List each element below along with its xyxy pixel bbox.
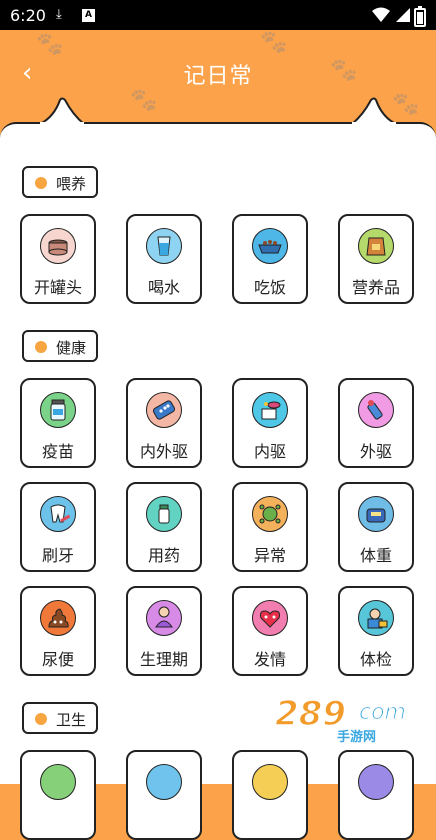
tile-label: 尿便 bbox=[41, 650, 74, 669]
tile-external-deworm[interactable]: 外驱 bbox=[338, 378, 414, 468]
a-notification-icon: A bbox=[82, 9, 95, 22]
paw-pattern-icon: 🐾 bbox=[392, 92, 420, 117]
tile-weight[interactable]: 体重 bbox=[338, 482, 414, 572]
period-icon bbox=[146, 600, 182, 636]
tile-label: 开罐头 bbox=[33, 278, 82, 297]
tile-label: 吃饭 bbox=[253, 278, 286, 297]
watermark-sub: 手游网 bbox=[337, 730, 377, 745]
section-label-text: 卫生 bbox=[56, 711, 87, 729]
tile-label: 内驱 bbox=[253, 442, 286, 461]
tile-hygiene-4[interactable] bbox=[338, 750, 414, 840]
canned-food-icon bbox=[40, 228, 76, 264]
tile-supplement[interactable]: 营养品 bbox=[338, 214, 414, 304]
hygiene-green-icon bbox=[40, 764, 76, 800]
tile-label: 体重 bbox=[359, 546, 392, 565]
tile-period[interactable]: 生理期 bbox=[126, 586, 202, 676]
tile-label: 刷牙 bbox=[41, 546, 74, 565]
section-dot bbox=[35, 177, 47, 189]
battery-icon bbox=[414, 6, 426, 27]
tile-hygiene-3[interactable] bbox=[232, 750, 308, 840]
section-label-text: 健康 bbox=[56, 339, 87, 357]
tile-label: 外驱 bbox=[359, 442, 392, 461]
page-title: 记日常 bbox=[183, 64, 253, 89]
hygiene-blue-icon bbox=[146, 764, 182, 800]
tile-deworm-both[interactable]: 内外驱 bbox=[126, 378, 202, 468]
tile-label: 体检 bbox=[359, 650, 392, 669]
heat-heart-icon bbox=[252, 600, 288, 636]
medicine-icon bbox=[146, 496, 182, 532]
vaccine-bottle-icon bbox=[40, 392, 76, 428]
tile-abnormal[interactable]: 异常 bbox=[232, 482, 308, 572]
section-label-health: 健康 bbox=[22, 330, 98, 362]
water-glass-icon bbox=[146, 228, 182, 264]
toothbrush-icon bbox=[40, 496, 76, 532]
status-bar: 6:20 ⤓ A bbox=[0, 0, 436, 30]
paw-pattern-icon: 🐾 bbox=[260, 30, 288, 55]
tile-label: 异常 bbox=[253, 546, 286, 565]
download-icon: ⤓ bbox=[56, 7, 62, 22]
tile-canned-food[interactable]: 开罐头 bbox=[20, 214, 96, 304]
section-dot bbox=[35, 713, 47, 725]
tile-eat[interactable]: 吃饭 bbox=[232, 214, 308, 304]
hygiene-purple-icon bbox=[358, 764, 394, 800]
content-card: 喂养 开罐头 喝水 吃饭 营养品 健康 疫苗 内外驱 内驱 外驱 刷牙 用药 异… bbox=[0, 122, 436, 840]
tile-vaccine[interactable]: 疫苗 bbox=[20, 378, 96, 468]
signal-icon bbox=[396, 8, 410, 22]
tile-label: 发情 bbox=[253, 650, 286, 669]
tile-label: 生理期 bbox=[139, 650, 188, 669]
weight-scale-icon bbox=[358, 496, 394, 532]
tile-heat[interactable]: 发情 bbox=[232, 586, 308, 676]
section-dot bbox=[35, 341, 47, 353]
checkup-icon bbox=[358, 600, 394, 636]
wifi-icon bbox=[372, 7, 390, 22]
internal-deworm-icon bbox=[252, 392, 288, 428]
paw-pattern-icon: 🐾 bbox=[130, 88, 158, 113]
hygiene-yellow-icon bbox=[252, 764, 288, 800]
tile-medicine[interactable]: 用药 bbox=[126, 482, 202, 572]
abnormal-virus-icon bbox=[252, 496, 288, 532]
cat-ear-left bbox=[40, 97, 84, 125]
cat-ear-right bbox=[352, 97, 396, 125]
tile-label: 营养品 bbox=[351, 278, 400, 297]
tile-label: 疫苗 bbox=[41, 442, 74, 461]
tile-hygiene-1[interactable] bbox=[20, 750, 96, 840]
watermark-domain: com bbox=[359, 700, 407, 726]
tile-label: 用药 bbox=[147, 546, 180, 565]
external-deworm-icon bbox=[358, 392, 394, 428]
paw-pattern-icon: 🐾 bbox=[36, 32, 64, 57]
pill-pack-icon bbox=[146, 392, 182, 428]
section-label-feeding: 喂养 bbox=[22, 166, 98, 198]
tile-poop[interactable]: 尿便 bbox=[20, 586, 96, 676]
section-label-text: 喂养 bbox=[56, 175, 87, 193]
supplement-bag-icon bbox=[358, 228, 394, 264]
watermark: 289 com 手游网 bbox=[274, 693, 425, 745]
tile-brush-teeth[interactable]: 刷牙 bbox=[20, 482, 96, 572]
tile-internal-deworm[interactable]: 内驱 bbox=[232, 378, 308, 468]
tile-label: 内外驱 bbox=[139, 442, 188, 461]
tile-hygiene-2[interactable] bbox=[126, 750, 202, 840]
status-time: 6:20 bbox=[10, 6, 46, 25]
watermark-number: 289 bbox=[274, 693, 346, 735]
tile-drink-water[interactable]: 喝水 bbox=[126, 214, 202, 304]
tile-checkup[interactable]: 体检 bbox=[338, 586, 414, 676]
poop-icon bbox=[40, 600, 76, 636]
tile-label: 喝水 bbox=[147, 278, 180, 297]
food-bowl-icon bbox=[252, 228, 288, 264]
section-label-hygiene: 卫生 bbox=[22, 702, 98, 734]
